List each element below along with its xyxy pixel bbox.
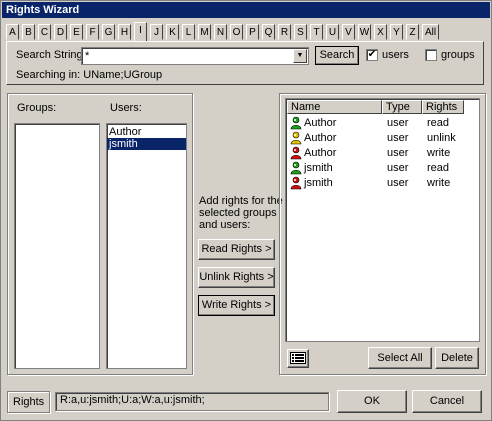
users-checkbox[interactable]: ✔ — [366, 49, 378, 61]
search-string-value: * — [85, 50, 90, 62]
groups-checkbox-label: groups — [441, 49, 475, 61]
letter-tab-w[interactable]: W — [358, 24, 371, 40]
rights-table[interactable]: Name Type Rights Author user read Author use… — [285, 98, 480, 342]
letter-tab-h[interactable]: H — [118, 24, 131, 40]
letter-tab-k[interactable]: K — [166, 24, 179, 40]
row-rights: write — [427, 147, 451, 159]
row-rights: read — [427, 162, 450, 174]
letter-tab-b[interactable]: B — [22, 24, 35, 40]
letter-tab-all[interactable]: All — [422, 24, 439, 40]
letter-tab-i[interactable]: I — [134, 22, 147, 41]
row-rights: read — [427, 117, 450, 129]
letter-tab-q[interactable]: Q — [262, 24, 275, 40]
users-label: Users: — [110, 102, 142, 114]
checkmark-icon: ✔ — [367, 49, 377, 60]
row-rights: unlink — [427, 132, 456, 144]
letter-tab-d[interactable]: D — [54, 24, 67, 40]
row-name: Author — [304, 147, 337, 159]
groups-checkbox[interactable] — [425, 49, 437, 61]
groups-label: Groups: — [17, 102, 57, 114]
rights-wizard-window: Rights Wizard ABCDEFGHIJKLMNOPQRSTUVWXYZ… — [0, 0, 492, 421]
add-rights-caption: Add rights for the selected groups and u… — [199, 195, 283, 231]
table-row[interactable]: jsmith user write — [288, 176, 478, 191]
letter-tab-y[interactable]: Y — [390, 24, 403, 40]
groups-listbox[interactable] — [14, 123, 100, 369]
search-string-combo[interactable]: * ▼ — [81, 47, 309, 65]
row-name: jsmith — [304, 177, 333, 189]
column-header-rights[interactable]: Rights — [422, 100, 464, 114]
row-type: user — [387, 132, 409, 144]
table-row[interactable]: jsmith user read — [288, 161, 478, 176]
delete-button[interactable]: Delete — [435, 347, 479, 369]
letter-tab-u[interactable]: U — [326, 24, 339, 40]
letter-tab-x[interactable]: X — [374, 24, 387, 40]
user-unlink-icon — [290, 131, 302, 145]
letter-tab-m[interactable]: M — [198, 24, 211, 40]
rights-summary-field: R:a,u:jsmith;U:a;W:a,u:jsmith; — [55, 392, 329, 411]
letter-tab-z[interactable]: Z — [406, 24, 419, 40]
letter-tab-c[interactable]: C — [38, 24, 51, 40]
letter-tab-s[interactable]: S — [294, 24, 307, 40]
read-rights-button[interactable]: Read Rights > — [198, 239, 275, 260]
select-all-button[interactable]: Select All — [368, 347, 432, 369]
row-rights: write — [427, 177, 451, 189]
window-title: Rights Wizard — [2, 2, 490, 18]
letter-tab-l[interactable]: L — [182, 24, 195, 40]
rights-label: Rights — [13, 396, 45, 408]
user-list-item[interactable]: jsmith — [107, 138, 186, 150]
row-name: jsmith — [304, 162, 333, 174]
write-rights-button[interactable]: Write Rights > — [198, 295, 275, 316]
row-type: user — [387, 117, 409, 129]
user-read-icon — [290, 116, 302, 130]
table-row[interactable]: Author user write — [288, 146, 478, 161]
letter-tab-g[interactable]: G — [102, 24, 115, 40]
table-row[interactable]: Author user unlink — [288, 131, 478, 146]
letter-tab-f[interactable]: F — [86, 24, 99, 40]
letter-tab-r[interactable]: R — [278, 24, 291, 40]
letter-tab-a[interactable]: A — [6, 24, 19, 40]
letter-tab-v[interactable]: V — [342, 24, 355, 40]
column-header-name[interactable]: Name — [287, 100, 382, 114]
user-write-icon — [290, 146, 302, 160]
row-name: Author — [304, 132, 337, 144]
row-type: user — [387, 177, 409, 189]
letter-tab-n[interactable]: N — [214, 24, 227, 40]
list-view-icon — [290, 352, 306, 364]
chevron-down-icon[interactable]: ▼ — [293, 49, 307, 63]
cancel-button[interactable]: Cancel — [412, 390, 482, 413]
letter-tab-t[interactable]: T — [310, 24, 323, 40]
user-read-icon — [290, 161, 302, 175]
user-write-icon — [290, 176, 302, 190]
column-header-type[interactable]: Type — [382, 100, 422, 114]
table-row[interactable]: Author user read — [288, 116, 478, 131]
row-type: user — [387, 147, 409, 159]
users-checkbox-label: users — [382, 49, 409, 61]
searching-in-text: Searching in: UName;UGroup — [16, 69, 163, 81]
user-list-item[interactable]: Author — [107, 126, 186, 138]
row-type: user — [387, 162, 409, 174]
search-string-label: Search String: — [16, 49, 86, 61]
letter-tab-j[interactable]: J — [150, 24, 163, 40]
search-button[interactable]: Search — [315, 46, 359, 65]
users-listbox[interactable]: Author jsmith — [106, 123, 187, 369]
list-view-button[interactable] — [287, 349, 309, 368]
row-name: Author — [304, 117, 337, 129]
letter-tab-e[interactable]: E — [70, 24, 83, 40]
letter-tab-o[interactable]: O — [230, 24, 243, 40]
letter-tab-p[interactable]: P — [246, 24, 259, 40]
ok-button[interactable]: OK — [337, 390, 407, 413]
unlink-rights-button[interactable]: Unlink Rights > — [198, 267, 275, 288]
